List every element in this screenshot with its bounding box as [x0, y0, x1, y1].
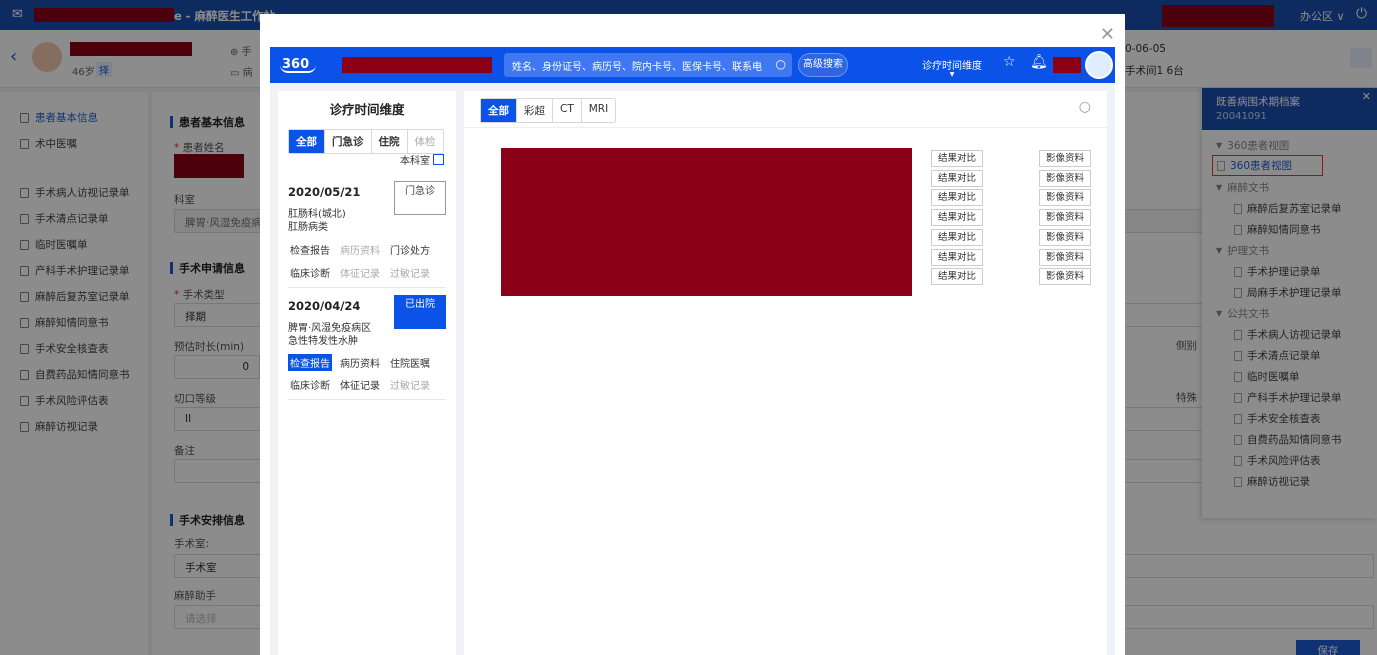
imaging-data-button[interactable]: 影像资料 — [1039, 268, 1091, 286]
checkbox-icon[interactable] — [433, 154, 444, 165]
link-vitals[interactable]: 体征记录 — [338, 376, 382, 393]
search-icon[interactable]: ○ — [1079, 99, 1091, 115]
imaging-data-button[interactable]: 影像资料 — [1039, 150, 1091, 167]
caret-down-icon: ▼ — [949, 71, 955, 78]
redacted-hospital-name — [342, 57, 492, 73]
divider — [464, 127, 1107, 128]
tab-all[interactable]: 全部 — [481, 99, 517, 122]
compare-results-button[interactable]: 结果对比 — [931, 209, 983, 227]
user-avatar[interactable] — [1085, 51, 1113, 79]
visit-links: 临床诊断 体征记录 过敏记录 — [288, 264, 432, 281]
visit-links: 临床诊断 体征记录 过敏记录 — [288, 376, 432, 393]
patient-360-modal: ✕ 360 姓名、身份证号、病历号、院内卡号、医保卡号、联系电 ○ 高级搜索 诊疗… — [260, 14, 1125, 655]
timeline-title: 诊疗时间维度 — [329, 102, 405, 117]
visit-status-badge[interactable]: 已出院 — [394, 295, 446, 329]
link-diagnosis[interactable]: 临床诊断 — [288, 376, 332, 393]
filter-outpatient[interactable]: 门急诊 — [325, 130, 372, 153]
imaging-data-button[interactable]: 影像资料 — [1039, 169, 1091, 187]
link-allergy[interactable]: 过敏记录 — [388, 376, 432, 393]
visit-card[interactable]: 2020/04/24 脾胃·风湿免疫病区 急性特发性水肿 已出院 检查报告 病历… — [288, 295, 446, 392]
filter-all[interactable]: 全部 — [289, 130, 325, 153]
visit-diagnosis: 肛肠病类 — [288, 222, 328, 233]
link-inpatient-orders[interactable]: 住院医嘱 — [388, 354, 432, 371]
divider — [288, 287, 446, 288]
tab-ct[interactable]: CT — [553, 99, 582, 122]
imaging-data-button[interactable]: 影像资料 — [1039, 189, 1091, 207]
search-icon[interactable]: ○ — [776, 57, 786, 71]
link-vitals[interactable]: 体征记录 — [338, 264, 382, 281]
link-allergy[interactable]: 过敏记录 — [388, 264, 432, 281]
bell-icon[interactable]: 🔔︎ — [1030, 54, 1048, 70]
modal-close-icon[interactable]: ✕ — [1100, 26, 1115, 44]
dimension-selector[interactable]: 诊疗时间维度 ▼ — [922, 57, 982, 78]
patient-search-input[interactable]: 姓名、身份证号、病历号、院内卡号、医保卡号、联系电 ○ — [504, 53, 792, 77]
visit-card[interactable]: 2020/05/21 肛肠科(城北) 肛肠病类 门急诊 检查报告 病历资料 门诊… — [288, 181, 446, 280]
compare-results-button[interactable]: 结果对比 — [931, 150, 983, 167]
360-header: 360 姓名、身份证号、病历号、院内卡号、医保卡号、联系电 ○ 高级搜索 诊疗时间… — [270, 47, 1115, 83]
link-diagnosis[interactable]: 临床诊断 — [288, 264, 332, 281]
exam-type-tabs: 全部 彩超 CT MRI — [480, 98, 617, 123]
imaging-data-button[interactable]: 影像资料 — [1039, 248, 1091, 266]
link-exam-report[interactable]: 检查报告 — [288, 354, 332, 371]
dept-only-checkbox[interactable]: 本科室 — [400, 152, 444, 167]
link-exam-report[interactable]: 检查报告 — [288, 241, 332, 258]
compare-results-button[interactable]: 结果对比 — [931, 228, 983, 246]
tab-mri[interactable]: MRI — [581, 99, 616, 122]
filter-inpatient[interactable]: 住院 — [371, 130, 408, 153]
visit-links: 检查报告 病历资料 门诊处方 — [288, 241, 432, 258]
imaging-data-button[interactable]: 影像资料 — [1039, 209, 1091, 227]
link-prescription[interactable]: 门诊处方 — [388, 241, 432, 258]
imaging-data-button[interactable]: 影像资料 — [1039, 228, 1091, 246]
visit-diagnosis: 急性特发性水肿 — [288, 336, 358, 347]
tab-ultrasound[interactable]: 彩超 — [517, 99, 553, 122]
filter-checkup[interactable]: 体检 — [407, 130, 443, 153]
timeline-panel: 诊疗时间维度 全部 门急诊 住院 体检 本科室 2020/05/21 肛肠科(城… — [278, 91, 456, 655]
compare-results-button[interactable]: 结果对比 — [931, 169, 983, 187]
compare-results-button[interactable]: 结果对比 — [931, 268, 983, 286]
star-icon[interactable]: ☆ — [1003, 54, 1016, 70]
compare-results-button[interactable]: 结果对比 — [931, 189, 983, 207]
link-medical-record[interactable]: 病历资料 — [338, 354, 382, 371]
visit-status-badge[interactable]: 门急诊 — [394, 181, 446, 215]
redacted-exam-list — [501, 148, 912, 296]
logo-swoosh-icon — [280, 65, 316, 73]
divider — [288, 399, 446, 400]
link-medical-record[interactable]: 病历资料 — [338, 241, 382, 258]
redacted-user-name — [1053, 57, 1081, 73]
exam-content-panel: 全部 彩超 CT MRI ○ 结果对比 影像资料 结果对比 影像资料 结果对比 影像资料结… — [464, 91, 1107, 655]
compare-results-button[interactable]: 结果对比 — [931, 248, 983, 266]
visit-type-filter: 全部 门急诊 住院 体检 — [288, 129, 444, 154]
advanced-search-button[interactable]: 高级搜索 — [798, 53, 848, 77]
visit-links: 检查报告 病历资料 住院医嘱 — [288, 354, 432, 371]
